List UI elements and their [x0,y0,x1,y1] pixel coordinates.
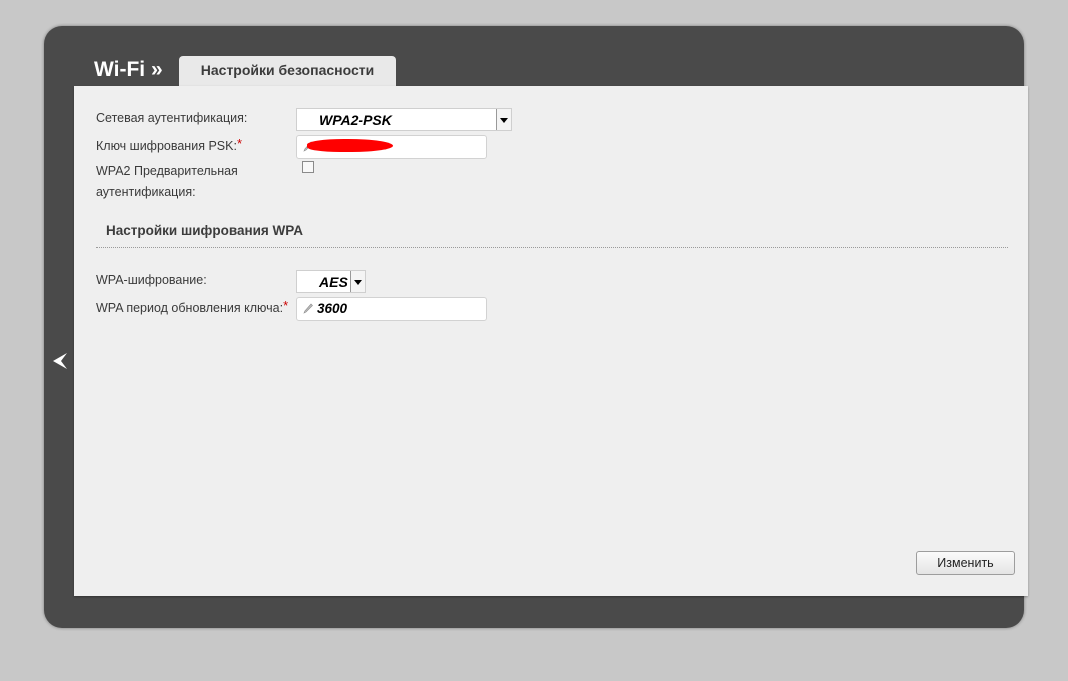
rekey-value: 3600 [317,301,348,316]
redaction-mark [307,139,393,152]
change-button[interactable]: Изменить [916,551,1015,575]
back-arrow-icon[interactable] [50,350,70,372]
auth-select[interactable]: WPA2-PSK [296,108,512,131]
rekey-label-text: WPA период обновления ключа: [96,301,284,315]
rekey-input[interactable]: 3600 [296,297,487,321]
page-title: Wi-Fi » [94,58,163,81]
preauth-label: WPA2 Предварительная аутентификация: [96,161,238,203]
auth-select-value: WPA2-PSK [319,112,392,128]
wpa-enc-select-value: AES [319,274,348,290]
required-marker: * [283,298,289,313]
preauth-checkbox[interactable] [302,161,314,173]
required-marker: * [236,136,242,151]
chevron-down-icon[interactable] [350,271,365,292]
auth-label: Сетевая аутентификация: [96,111,248,125]
rekey-label: WPA период обновления ключа:* [96,298,288,319]
section-divider [96,247,1008,248]
wpa-enc-select[interactable]: AES [296,270,366,293]
preauth-label-line1: WPA2 Предварительная [96,164,238,178]
psk-input[interactable] [296,135,487,159]
pencil-icon [303,303,313,315]
psk-label: Ключ шифрования PSK:* [96,136,242,157]
psk-label-text: Ключ шифрования PSK: [96,139,237,153]
chevron-down-icon[interactable] [496,109,511,130]
wpa-enc-label: WPA-шифрование: [96,273,207,287]
tab-security-settings[interactable]: Настройки безопасности [179,56,396,86]
wpa-section-title: Настройки шифрования WPA [106,223,304,238]
preauth-label-line2: аутентификация: [96,185,196,199]
